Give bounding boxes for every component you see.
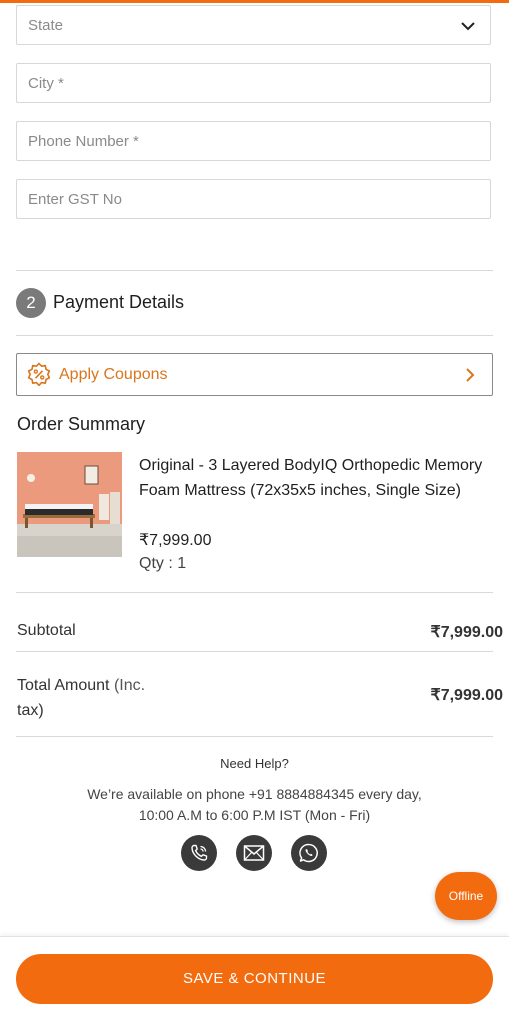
divider (16, 592, 493, 593)
total-amount-label-suffix: (Inc. (113, 677, 146, 694)
divider (16, 335, 493, 336)
total-amount-label: Total Amount (Inc. tax) (17, 673, 145, 723)
total-amount-label-suffix2: tax) (17, 702, 44, 719)
state-select-value: State (28, 17, 64, 34)
offline-chat-button[interactable]: Offline (435, 872, 497, 920)
help-availability-text: We’re available on phone +91 8884884345 … (87, 786, 422, 802)
subtotal-label: Subtotal (17, 622, 76, 639)
phone-input[interactable] (17, 122, 490, 160)
chevron-down-icon (461, 22, 475, 31)
phone-icon[interactable] (181, 835, 217, 871)
state-select[interactable]: State (16, 5, 491, 45)
apply-coupons-label: Apply Coupons (59, 366, 168, 383)
step-number-badge: 2 (16, 288, 46, 318)
phone-field[interactable] (16, 121, 491, 161)
divider (16, 651, 493, 652)
total-amount-label-main: Total Amount (17, 677, 110, 694)
total-amount-value: ₹7,999.00 (430, 687, 503, 704)
need-help-title: Need Help? (220, 756, 289, 771)
save-and-continue-button[interactable]: SAVE & CONTINUE (16, 954, 493, 1004)
coupon-badge-icon (27, 362, 51, 387)
order-summary-title: Order Summary (17, 414, 146, 434)
city-input[interactable] (17, 64, 490, 102)
whatsapp-icon[interactable] (291, 835, 327, 871)
product-price: ₹7,999.00 (139, 532, 212, 549)
apply-coupons-button[interactable]: Apply Coupons (16, 353, 493, 396)
divider (16, 270, 493, 271)
gst-input[interactable] (17, 180, 490, 218)
help-hours-text: 10:00 A.M to 6:00 P.M IST (Mon - Fri) (138, 807, 371, 823)
subtotal-value: ₹7,999.00 (430, 624, 503, 641)
top-accent-bar (0, 0, 509, 3)
gst-field[interactable] (16, 179, 491, 219)
mail-icon[interactable] (236, 835, 272, 871)
divider (16, 736, 493, 737)
product-quantity: Qty : 1 (139, 555, 187, 572)
payment-details-title: Payment Details (53, 292, 185, 312)
chevron-right-icon (466, 368, 475, 382)
product-thumbnail (17, 452, 122, 557)
city-field[interactable] (16, 63, 491, 103)
product-name: Original - 3 Layered BodyIQ Orthopedic M… (139, 457, 483, 499)
